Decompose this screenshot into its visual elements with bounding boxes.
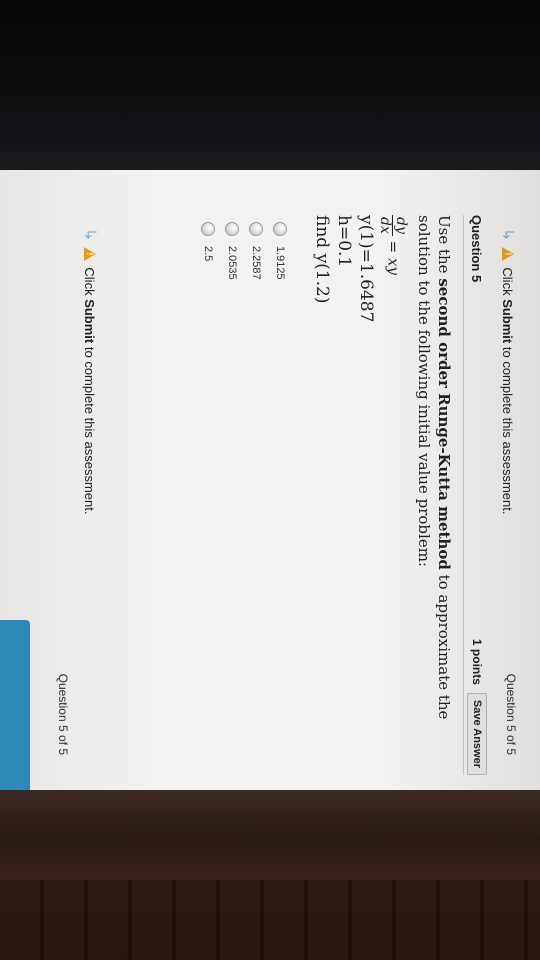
hint-text: Click Submit to complete this assessment… bbox=[82, 267, 98, 515]
answer-option[interactable]: 1.9125 bbox=[268, 222, 292, 280]
initial-condition: y(1)=1.6487 bbox=[356, 215, 376, 323]
question-position: Question 5 of 5 bbox=[504, 673, 518, 755]
radio-button[interactable] bbox=[249, 222, 263, 236]
screen: ↳ Click Submit to complete this assessme… bbox=[0, 170, 540, 810]
answer-option[interactable]: 2.0535 bbox=[220, 222, 244, 280]
radio-button[interactable] bbox=[225, 222, 239, 236]
find-target: find y(1.2) bbox=[312, 215, 332, 304]
hint-text: Click Submit to complete this assessment… bbox=[500, 267, 516, 515]
warning-icon bbox=[502, 247, 514, 262]
question-position: Question 5 of 5 bbox=[56, 673, 70, 755]
points-label: 1 points bbox=[470, 638, 484, 685]
radio-button[interactable] bbox=[201, 222, 215, 236]
question-body: Use the second order Runge-Kutta method … bbox=[311, 215, 454, 735]
question-title: Question 5 bbox=[469, 215, 484, 283]
answer-option[interactable]: 2.2587 bbox=[244, 222, 268, 280]
warning-icon bbox=[84, 247, 96, 262]
question-prompt: Use the second order Runge-Kutta method … bbox=[415, 215, 453, 720]
answer-option-label: 2.5 bbox=[202, 246, 214, 262]
answer-option[interactable]: 2.5 bbox=[196, 222, 220, 280]
question-header-right: 1 points Save Answer bbox=[464, 639, 487, 775]
step-size: h=0.1 bbox=[334, 215, 354, 268]
return-arrow-icon: ↳ bbox=[499, 228, 516, 242]
save-answer-button[interactable]: Save Answer bbox=[467, 692, 487, 775]
question-header: Question 5 1 points Save Answer bbox=[463, 215, 490, 775]
answer-option-label: 2.2587 bbox=[250, 246, 262, 280]
radio-button[interactable] bbox=[273, 222, 287, 236]
derivative-fraction: dy dx bbox=[377, 215, 409, 236]
differential-equation: dy dx = xy bbox=[377, 215, 409, 275]
keyboard bbox=[0, 880, 540, 960]
submit-hint-top: ↳ Click Submit to complete this assessme… bbox=[498, 228, 518, 515]
answer-option-label: 1.9125 bbox=[274, 246, 286, 280]
assessment-frame: ↳ Click Submit to complete this assessme… bbox=[0, 170, 540, 810]
answer-options: 1.9125 2.2587 2.0535 2.5 bbox=[196, 222, 292, 280]
answer-option-label: 2.0535 bbox=[226, 246, 238, 280]
monitor-bezel-top bbox=[0, 0, 540, 170]
return-arrow-icon: ↳ bbox=[81, 228, 98, 242]
submit-hint-bottom: ↳ Click Submit to complete this assessme… bbox=[80, 228, 100, 515]
submit-button[interactable] bbox=[0, 620, 30, 810]
